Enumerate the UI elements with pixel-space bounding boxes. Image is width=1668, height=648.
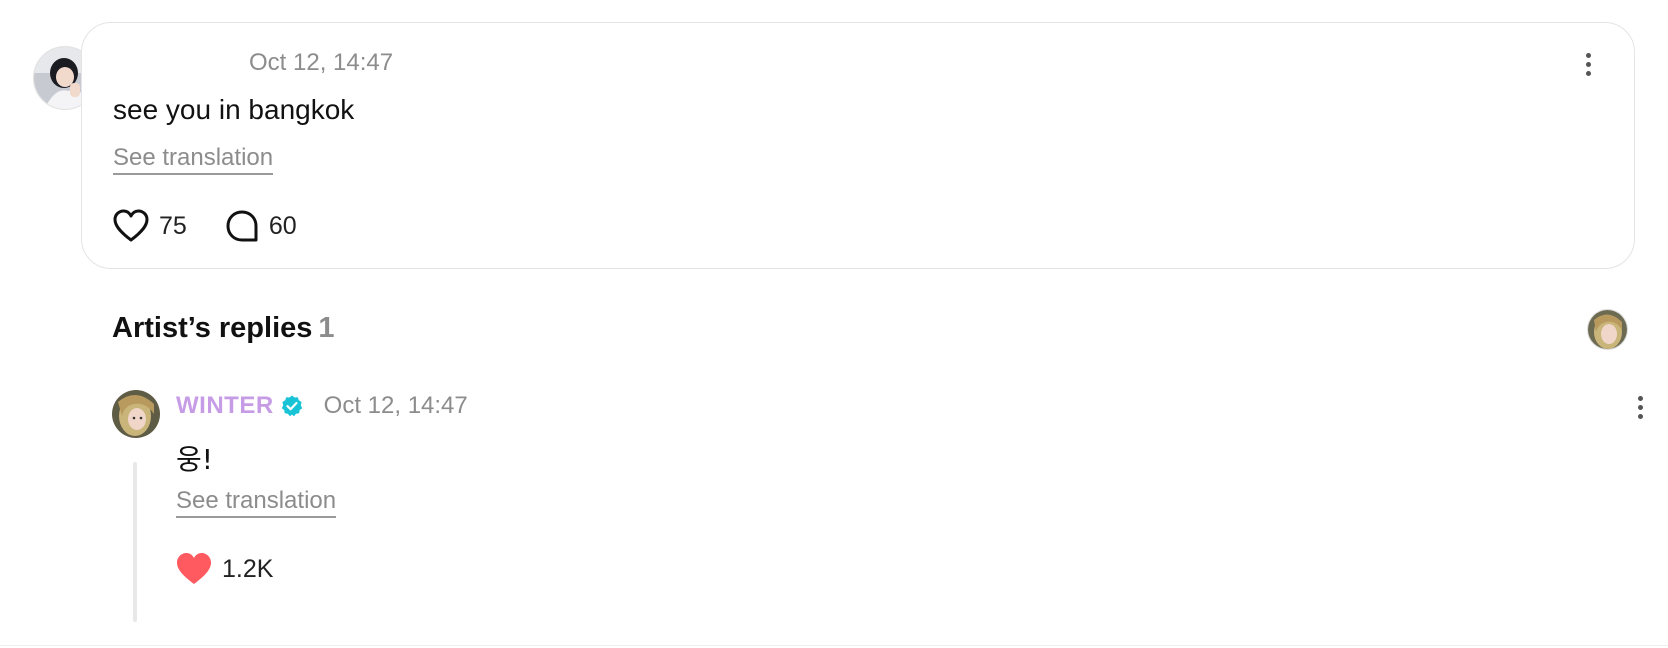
artist-name[interactable]: WINTER: [176, 392, 274, 420]
reply-like-count: 1.2K: [222, 554, 274, 583]
more-vertical-icon: [1585, 52, 1591, 58]
speech-bubble-icon: [226, 210, 258, 242]
comment-thread-page: Oct 12, 14:47 see you in bangkok See tra…: [0, 0, 1668, 648]
reply-timestamp: Oct 12, 14:47: [323, 392, 468, 419]
reply-text: 웅!: [176, 443, 213, 476]
artist-replies-heading: Artist’s replies 1: [112, 312, 335, 345]
artist-reply: WINTER Oct 12, 14:47 웅! See translation …: [112, 388, 1643, 628]
heart-outline-icon: [113, 209, 149, 242]
reply-thread-line: [133, 462, 137, 622]
artist-avatar-image: [1588, 310, 1627, 349]
comment-more-options-button[interactable]: [1578, 49, 1598, 79]
comment-see-translation-link[interactable]: See translation: [113, 144, 274, 176]
reply-header: WINTER Oct 12, 14:47: [176, 392, 468, 420]
comment-like-count: 75: [159, 211, 187, 240]
section-divider: [0, 645, 1668, 646]
comment-timestamp: Oct 12, 14:47: [249, 49, 394, 76]
artist-replies-title: Artist’s replies: [112, 312, 313, 344]
verified-badge-icon: [280, 394, 304, 418]
artist-avatar-image: [112, 390, 160, 438]
reply-see-translation-link[interactable]: See translation: [176, 487, 337, 519]
reply-like-button[interactable]: 1.2K: [176, 552, 273, 586]
more-dot: [1585, 70, 1591, 76]
more-dot: [1585, 61, 1591, 67]
more-dot: [1637, 404, 1643, 410]
heart-filled-icon: [177, 553, 211, 584]
comment-text: see you in bangkok: [113, 94, 355, 125]
artist-avatar[interactable]: [112, 390, 160, 438]
comment-actions: 75 60: [113, 209, 297, 243]
artist-replies-avatar[interactable]: [1587, 309, 1628, 350]
more-dot: [1637, 413, 1643, 419]
more-vertical-icon: [1637, 395, 1643, 401]
comment-reply-count: 60: [268, 211, 297, 240]
comment-like-button[interactable]: 75: [113, 209, 187, 243]
reply-actions: 1.2K: [176, 552, 273, 586]
comment-reply-button[interactable]: 60: [225, 209, 297, 243]
reply-more-options-button[interactable]: [1630, 392, 1650, 422]
artist-replies-count: 1: [318, 312, 335, 344]
comment-card: Oct 12, 14:47 see you in bangkok See tra…: [81, 22, 1635, 269]
